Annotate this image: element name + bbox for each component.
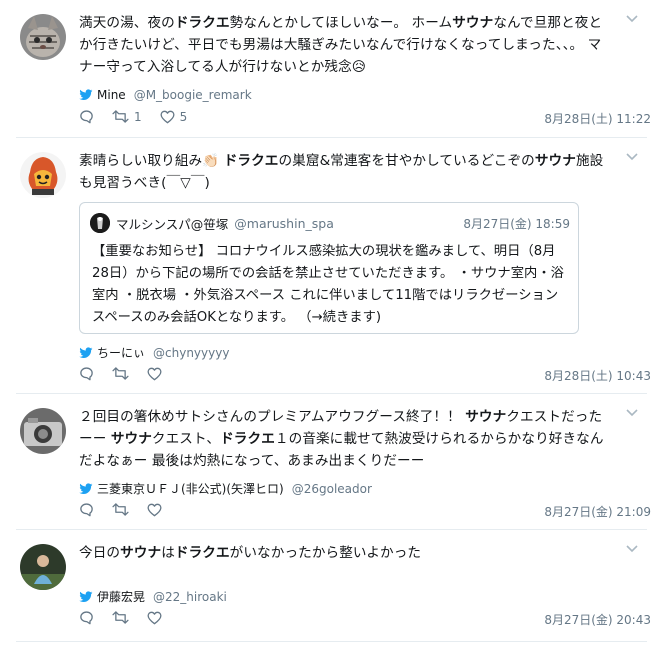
text-segment: クエスト、 [151,431,221,447]
reply-icon [79,109,94,124]
tweet-1: 満天の湯、夜のドラクエ勢なんとかしてほしいなー。 ホームサウナなんで旦那と夜とか… [0,0,663,138]
tweet-date[interactable]: 8月27日(金) 20:43 [544,611,651,628]
author-name[interactable]: ちーにぃ [97,344,145,361]
quoted-tweet-header: マルシンスパ@笹塚 @marushin_spa [90,213,334,233]
text-segment: 素晴らしい取り組み [79,153,203,169]
author-handle[interactable]: @M_boogie_remark [134,88,252,102]
keyword-highlight: ドラクエ [174,15,230,31]
retweet-icon [112,110,129,123]
tweet-date[interactable]: 8月28日(土) 11:22 [544,110,651,127]
tweet-date[interactable]: 8月28日(土) 10:43 [544,367,651,384]
tweet-author[interactable]: 三菱東京ＵＦＪ(非公式)(矢澤ヒロ) @26goleador [79,480,372,497]
reply-icon [79,502,94,517]
caret-down-icon[interactable] [625,152,639,162]
clap-emoji: 👏🏻 [202,153,220,169]
like-icon [147,611,162,625]
tweet-author[interactable]: Mine @M_boogie_remark [79,88,252,102]
like-button[interactable] [147,611,162,625]
text-segment: 今日の [79,545,121,561]
keyword-highlight: ドラクエ [174,545,230,561]
photo-avatar-image [20,544,66,590]
tweet-text: 素晴らしい取り組み👏🏻 ドラクエの巣窟&常連客を甘やかしているどこぞのサウナ施設… [79,150,609,194]
avatar[interactable] [20,152,66,198]
quoted-author-handle: @marushin_spa [234,215,334,231]
cartoon-avatar-image [20,152,66,198]
tweet-author[interactable]: ちーにぃ @chynyyyyy [79,344,229,361]
retweet-button[interactable] [112,503,129,516]
author-handle[interactable]: @26goleador [292,482,372,496]
like-button[interactable] [147,367,162,381]
keyword-highlight: ドラクエ [220,431,275,447]
tweet-author[interactable]: 伊藤宏晃 @22_hiroaki [79,588,227,605]
quoted-tweet-text: 【重要なお知らせ】 コロナウイルス感染拡大の現状を鑑みまして、明日（8月28日）… [92,244,564,325]
tweet-3: ２回目の箸休めサトシさんのプレミアムアウフグース終了！！ サウナクエストだったー… [0,394,663,530]
twitter-bird-icon [79,482,93,495]
quoted-avatar [90,213,110,233]
tweet-date[interactable]: 8月27日(金) 21:09 [544,503,651,520]
caret-down-icon[interactable] [625,544,639,554]
like-icon [160,110,175,124]
text-segment: 満天の湯、夜の [79,15,175,31]
avatar[interactable] [20,544,66,590]
keyword-highlight: サウナ [110,431,152,447]
tweet-actions [79,366,180,381]
text-segment: ２回目の箸休めサトシさんのプレミアムアウフグース終了！！ [79,409,466,425]
reply-button[interactable] [79,610,94,625]
reply-icon [79,366,94,381]
author-name[interactable]: 三菱東京ＵＦＪ(非公式)(矢澤ヒロ) [97,480,284,497]
twitter-bird-icon [79,89,93,101]
retweet-count: 1 [134,109,142,124]
like-button[interactable] [147,503,162,517]
reply-button[interactable] [79,502,94,517]
tweet-text: ２回目の箸休めサトシさんのプレミアムアウフグース終了！！ サウナクエストだったー… [79,406,609,472]
author-name[interactable]: 伊藤宏晃 [97,588,145,605]
retweet-icon [112,503,129,516]
keyword-highlight: サウナ [120,545,162,561]
caret-down-icon[interactable] [625,408,639,418]
twitter-bird-icon [79,346,93,359]
tweet-actions [79,502,180,517]
text-segment: 勢なんとかしてほしいなー。 ホーム [229,15,453,31]
retweet-button[interactable] [112,611,129,624]
tweet-actions: 1 5 [79,109,205,124]
divider [16,641,647,642]
caret-down-icon[interactable] [625,14,639,24]
reply-button[interactable] [79,109,94,124]
tweet-4: 今日のサウナはドラクエがいなかったから整いよかった 伊藤宏晃 @22_hiroa… [0,530,663,646]
camera-avatar-image [20,408,66,454]
keyword-highlight: サウナ [465,409,507,425]
tweet-text: 今日のサウナはドラクエがいなかったから整いよかった [79,542,609,564]
text-segment: の巣窟&常連客を甘やかしているどこぞの [278,153,535,169]
tweet-2: 素晴らしい取り組み👏🏻 ドラクエの巣窟&常連客を甘やかしているどこぞのサウナ施設… [0,138,663,394]
reply-icon [79,610,94,625]
like-icon [147,503,162,517]
author-handle[interactable]: @chynyyyyy [153,346,229,360]
retweet-icon [112,367,129,380]
quoted-author-name: マルシンスパ@笹塚 [116,216,229,232]
keyword-highlight: サウナ [534,153,576,169]
author-handle[interactable]: @22_hiroaki [153,590,227,604]
like-icon [147,367,162,381]
keyword-highlight: ドラクエ [223,153,279,169]
tweet-actions [79,610,180,625]
quoted-tweet-date: 8月27日(金) 18:59 [463,217,570,231]
avatar[interactable] [20,14,66,60]
sad-emoji: 😥 [351,59,367,75]
twitter-bird-icon [79,590,93,603]
like-count: 5 [179,109,188,124]
retweet-button[interactable]: 1 [112,110,142,124]
quoted-tweet[interactable]: マルシンスパ@笹塚 @marushin_spa 8月27日(金) 18:59 【… [79,202,579,334]
text-segment: は [161,545,175,561]
like-button[interactable]: 5 [160,109,188,124]
text-segment: がいなかったから整いよかった [229,545,422,561]
retweet-button[interactable] [112,367,129,380]
cat-avatar-image [20,14,66,60]
tweet-text: 満天の湯、夜のドラクエ勢なんとかしてほしいなー。 ホームサウナなんで旦那と夜とか… [79,12,609,78]
reply-button[interactable] [79,366,94,381]
retweet-icon [112,611,129,624]
keyword-highlight: サウナ [452,15,494,31]
avatar[interactable] [20,408,66,454]
author-name[interactable]: Mine [97,88,126,102]
